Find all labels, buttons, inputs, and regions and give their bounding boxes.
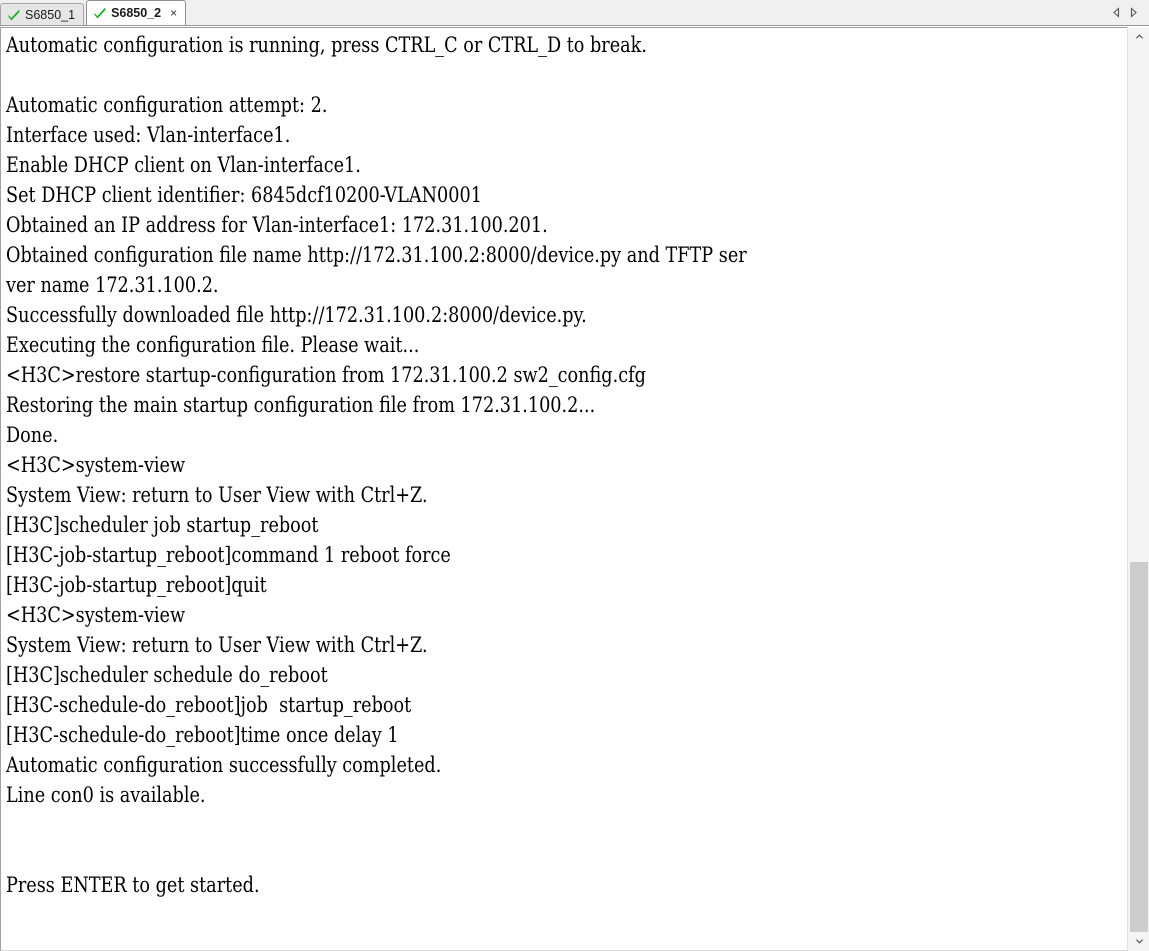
terminal-pane: Automatic configuration is running, pres… [0,26,1149,951]
tab-bar: S6850_1 S6850_2 × [0,0,1149,26]
terminal-line: [H3C]scheduler job startup_reboot [6,513,319,537]
terminal-line: <H3C>system-view [6,453,186,477]
terminal-line: Interface used: Vlan-interface1. [6,123,291,147]
triangle-left-icon [1111,6,1122,18]
terminal-line: Successfully downloaded file http://172.… [6,303,587,327]
terminal-line: Set DHCP client identifier: 6845dcf10200… [6,183,482,207]
terminal-line: Enable DHCP client on Vlan-interface1. [6,153,361,177]
scroll-up-button[interactable] [1128,27,1149,46]
terminal-line: Executing the configuration file. Please… [6,333,420,357]
terminal-line: <H3C>system-view [6,603,186,627]
terminal-line: Obtained configuration file name http://… [6,243,747,267]
green-check-icon [93,6,107,20]
terminal-line: [H3C-job-startup_reboot]command 1 reboot… [6,543,451,567]
terminal-line: [H3C]scheduler schedule do_reboot [6,663,328,687]
terminal-application-window: S6850_1 S6850_2 × Automatic configuratio… [0,0,1149,951]
terminal-line: Restoring the main startup configuration… [6,393,596,417]
tab-strip: S6850_1 S6850_2 × [0,0,1108,25]
terminal-line: Done. [6,423,59,447]
terminal-line: Line con0 is available. [6,783,206,807]
green-check-icon [7,8,21,22]
terminal-line: System View: return to User View with Ct… [6,633,428,657]
terminal-line: [H3C-schedule-do_reboot]job startup_rebo… [6,693,412,717]
chevron-up-icon [1134,32,1145,41]
terminal-console-frame[interactable]: Automatic configuration is running, pres… [0,27,1127,951]
terminal-output[interactable]: Automatic configuration is running, pres… [1,28,1127,950]
tab-s6850-2[interactable]: S6850_2 × [86,0,187,25]
terminal-line: [H3C-job-startup_reboot]quit [6,573,267,597]
terminal-line: Automatic configuration attempt: 2. [6,93,328,117]
terminal-line: Automatic configuration is running, pres… [6,33,647,57]
tab-label: S6850_1 [25,7,76,22]
tab-scroll-right-button[interactable] [1125,2,1142,22]
tab-s6850-1[interactable]: S6850_1 [0,3,85,25]
scrollbar-track[interactable] [1128,46,1149,942]
close-icon[interactable]: × [170,7,177,19]
terminal-line: <H3C>restore startup-configuration from … [6,363,646,387]
tab-scroll-controls [1108,0,1149,25]
scroll-down-button[interactable] [1128,932,1149,951]
triangle-right-icon [1128,6,1139,18]
terminal-vertical-scrollbar[interactable] [1127,27,1149,951]
terminal-line: Press ENTER to get started. [6,873,260,897]
terminal-line: System View: return to User View with Ct… [6,483,428,507]
terminal-line: [H3C-schedule-do_reboot]time once delay … [6,723,399,747]
tab-scroll-left-button[interactable] [1108,2,1125,22]
chevron-down-icon [1134,937,1145,946]
terminal-line: Automatic configuration successfully com… [6,753,442,777]
terminal-line: Obtained an IP address for Vlan-interfac… [6,213,548,237]
tab-label: S6850_2 [111,6,162,20]
terminal-line: ver name 172.31.100.2. [6,273,219,297]
scrollbar-thumb[interactable] [1130,562,1148,942]
